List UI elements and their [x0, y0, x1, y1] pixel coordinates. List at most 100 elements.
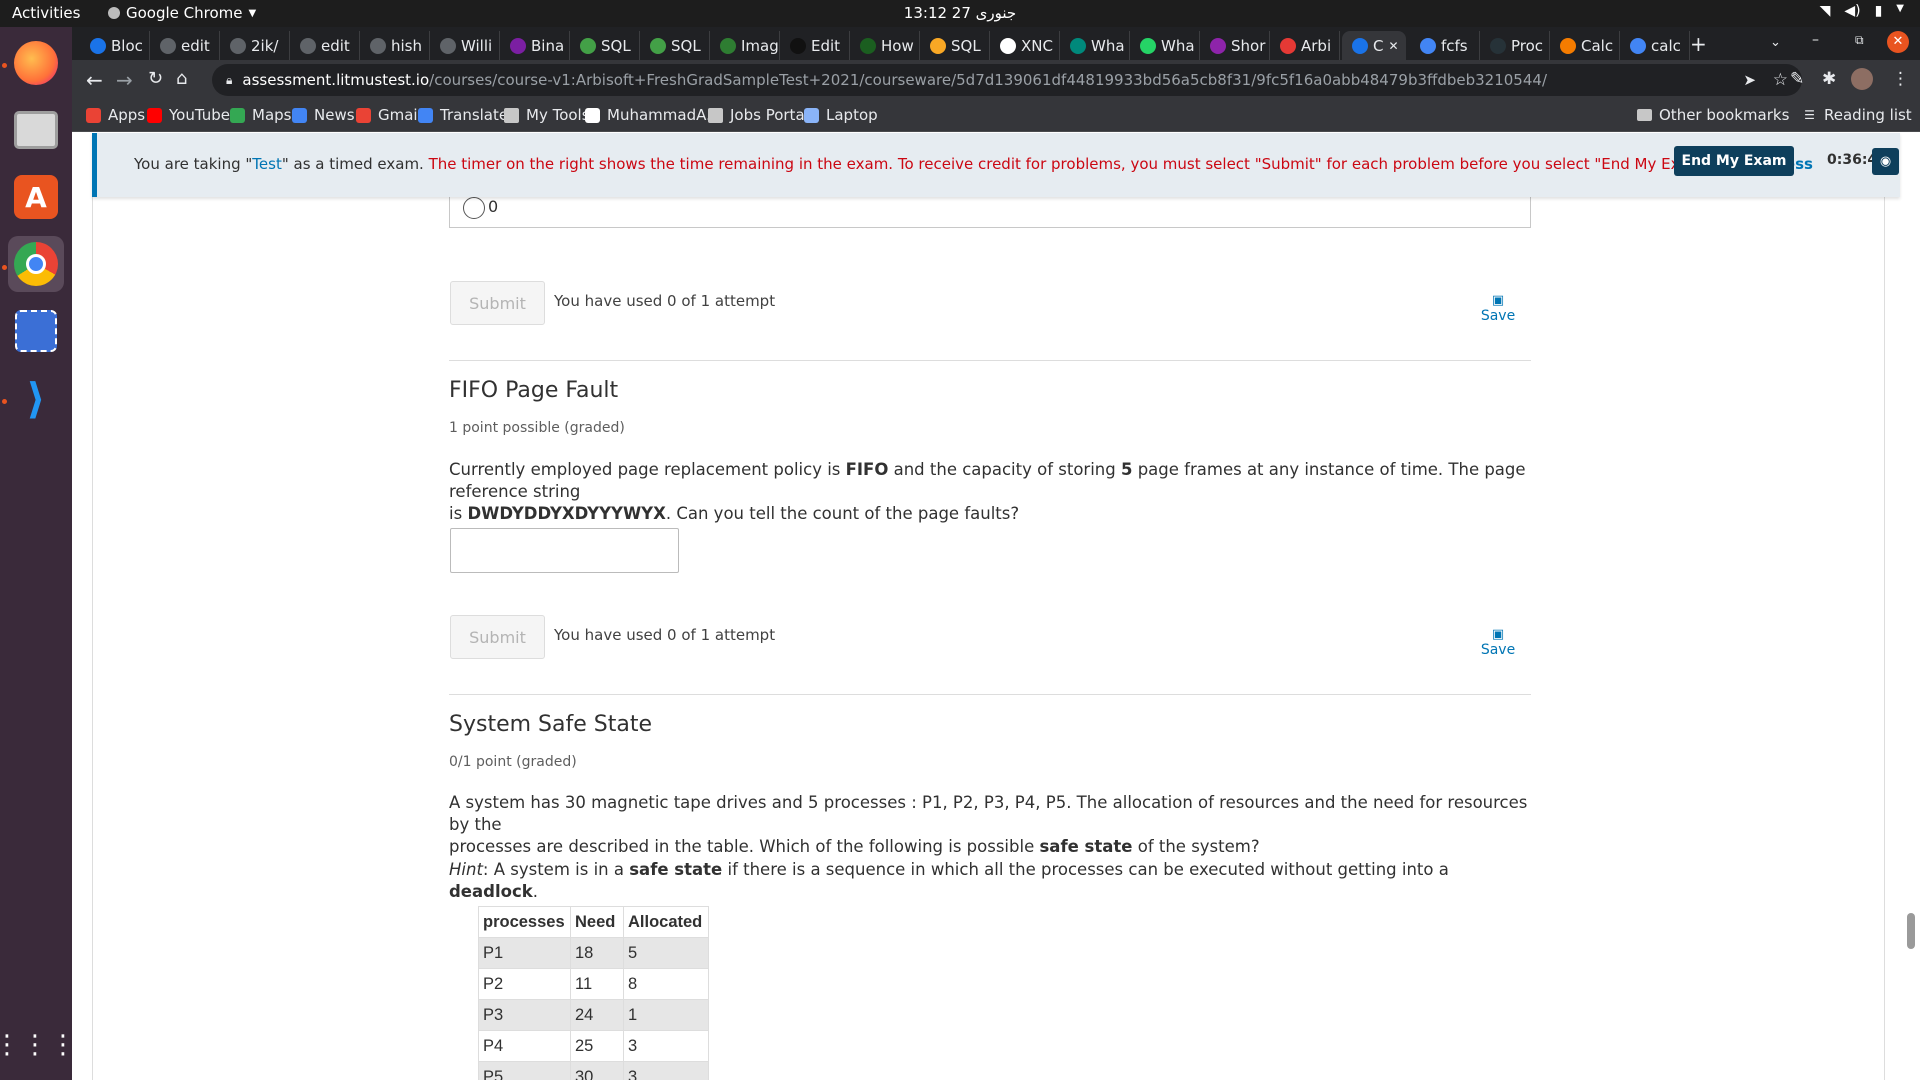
tab-title: Wha	[1091, 36, 1125, 55]
forward-icon[interactable]: →	[116, 68, 133, 92]
browser-tab[interactable]: Edit	[780, 31, 850, 60]
back-icon[interactable]: ←	[86, 68, 103, 92]
browser-tab[interactable]: SQL	[640, 31, 710, 60]
reading-list-label: Reading list	[1824, 106, 1912, 124]
reading-list[interactable]: ☰ Reading list	[1802, 106, 1912, 124]
radio-option[interactable]	[463, 197, 485, 219]
tab-title: SQL	[951, 36, 981, 55]
bookmark-item[interactable]: Apps	[86, 106, 145, 124]
tab-title: XNC	[1021, 36, 1053, 55]
profile-avatar[interactable]	[1851, 68, 1873, 90]
tab-favicon-icon	[230, 37, 246, 54]
browser-tab[interactable]: SQL	[920, 31, 990, 60]
tab-favicon-icon	[1420, 37, 1436, 54]
bookmark-item[interactable]: News	[292, 106, 355, 124]
lock-icon: 🔒︎	[226, 72, 233, 87]
tab-title: fcfs	[1441, 36, 1468, 55]
minimize-button[interactable]: –	[1812, 32, 1819, 48]
new-tab-button[interactable]: +	[1690, 32, 1707, 56]
browser-tab[interactable]: Shor	[1200, 31, 1270, 60]
browser-tab[interactable]: edit	[150, 31, 220, 60]
browser-tab[interactable]: fcfs	[1410, 31, 1480, 60]
address-bar[interactable]: 🔒︎ assessment.litmustest.io/courses/cour…	[212, 64, 1802, 96]
close-window-button[interactable]: ✕	[1887, 31, 1909, 53]
show-apps-icon[interactable]: ⋮⋮⋮	[0, 1017, 76, 1073]
browser-tab[interactable]: XNC	[990, 31, 1060, 60]
bookmark-item[interactable]: Laptop	[804, 106, 878, 124]
end-exam-button[interactable]: End My Exam	[1674, 146, 1794, 176]
hide-timer-eye-icon[interactable]: ◉	[1872, 148, 1899, 175]
browser-tab[interactable]: Bina	[500, 31, 570, 60]
bookmark-item[interactable]: Maps	[230, 106, 291, 124]
chrome-icon[interactable]	[8, 236, 64, 292]
home-icon[interactable]: ⌂	[176, 68, 187, 89]
save-label: Save	[1480, 308, 1516, 324]
bookmark-star-icon[interactable]: ☆	[1773, 70, 1788, 90]
vscode-icon[interactable]: ⟩	[8, 370, 64, 426]
tab-strip: Bloc edit 2ik/edit hish Willi Bina SQL SQL Imag E…	[72, 27, 1920, 60]
bookmark-item[interactable]: My Tools	[504, 106, 590, 124]
tab-favicon-icon	[510, 37, 526, 54]
tab-search-icon[interactable]: ⌄	[1770, 35, 1781, 50]
browser-tab[interactable]: Arbi	[1270, 31, 1340, 60]
browser-tab[interactable]: Wha	[1130, 31, 1200, 60]
reload-icon[interactable]: ↻	[148, 68, 163, 89]
browser-tab[interactable]: SQL	[570, 31, 640, 60]
answer-input[interactable]	[450, 528, 679, 573]
scrollbar-thumb[interactable]	[1907, 913, 1915, 949]
browser-tab[interactable]: Proc	[1480, 31, 1550, 60]
software-center-icon[interactable]: A	[8, 169, 64, 225]
timed-exam-banner: You are taking "Test" as a timed exam. T…	[92, 133, 1900, 197]
restore-button[interactable]: ⧉	[1855, 33, 1864, 48]
files-icon[interactable]	[8, 102, 64, 158]
other-bookmarks[interactable]: Other bookmarks	[1637, 106, 1789, 124]
bookmark-item[interactable]: Jobs Portal	[708, 106, 809, 124]
system-tray[interactable]: ◥ ◀) ▮ ▼	[1820, 3, 1904, 19]
bookmark-item[interactable]: Translate	[418, 106, 508, 124]
bookmark-item[interactable]: Gmail	[356, 106, 422, 124]
browser-tab[interactable]: Bloc	[80, 31, 150, 60]
table-cell: 11	[570, 968, 624, 1000]
table-cell: 3	[623, 1061, 709, 1080]
firefox-icon[interactable]	[8, 35, 64, 91]
table-cell: 30	[570, 1061, 624, 1080]
submit-button[interactable]: Submit	[450, 281, 545, 325]
extensions-puzzle-icon[interactable]: ✱	[1822, 69, 1836, 89]
more-menu-icon[interactable]: ⋮	[1892, 69, 1909, 89]
tab-favicon-icon	[720, 37, 736, 54]
browser-tab[interactable]: Willi	[430, 31, 500, 60]
close-tab-icon[interactable]: ✕	[1388, 39, 1398, 53]
save-button[interactable]: ▣ Save	[1478, 293, 1518, 324]
other-bookmarks-label: Other bookmarks	[1659, 106, 1790, 124]
browser-tab[interactable]: 2ik/	[220, 31, 290, 60]
browser-tab[interactable]: edit	[290, 31, 360, 60]
browser-tab[interactable]: Imag	[710, 31, 780, 60]
eyedropper-extension-icon[interactable]: ✎	[1790, 69, 1804, 89]
tab-title: Wha	[1161, 36, 1195, 55]
tab-favicon-icon	[1352, 37, 1368, 54]
send-icon[interactable]: ➤	[1743, 71, 1756, 89]
browser-tab[interactable]: hish	[360, 31, 430, 60]
clock[interactable]: 13:12 جنوری 27	[0, 4, 1920, 22]
statement-bold: FIFO	[845, 460, 889, 479]
table-cell: 3	[623, 1030, 709, 1062]
save-button[interactable]: ▣ Save	[1478, 627, 1518, 658]
browser-tab[interactable]: Calc	[1550, 31, 1620, 60]
browser-tab[interactable]: C ✕	[1342, 31, 1406, 60]
bookmark-item[interactable]: MuhammadA...	[585, 106, 720, 124]
running-indicator	[2, 63, 7, 68]
tab-title: SQL	[601, 36, 631, 55]
tab-title: Edit	[811, 36, 841, 55]
screenshot-icon[interactable]	[8, 303, 64, 359]
bookmark-item[interactable]: YouTube	[147, 106, 230, 124]
browser-tab[interactable]: calc	[1620, 31, 1690, 60]
chevron-down-icon: ▼	[1896, 3, 1904, 14]
tab-favicon-icon	[160, 37, 176, 54]
tab-title: C	[1373, 36, 1384, 55]
browser-tab[interactable]: Wha	[1060, 31, 1130, 60]
browser-tab[interactable]: How	[850, 31, 920, 60]
table-header: Need	[570, 906, 624, 938]
hint-bold: deadlock	[449, 882, 533, 901]
submit-button[interactable]: Submit	[450, 615, 545, 659]
process-table: processes Need Allocated P1 18 5 P2 11 8 P3 24 1…	[478, 906, 709, 1080]
